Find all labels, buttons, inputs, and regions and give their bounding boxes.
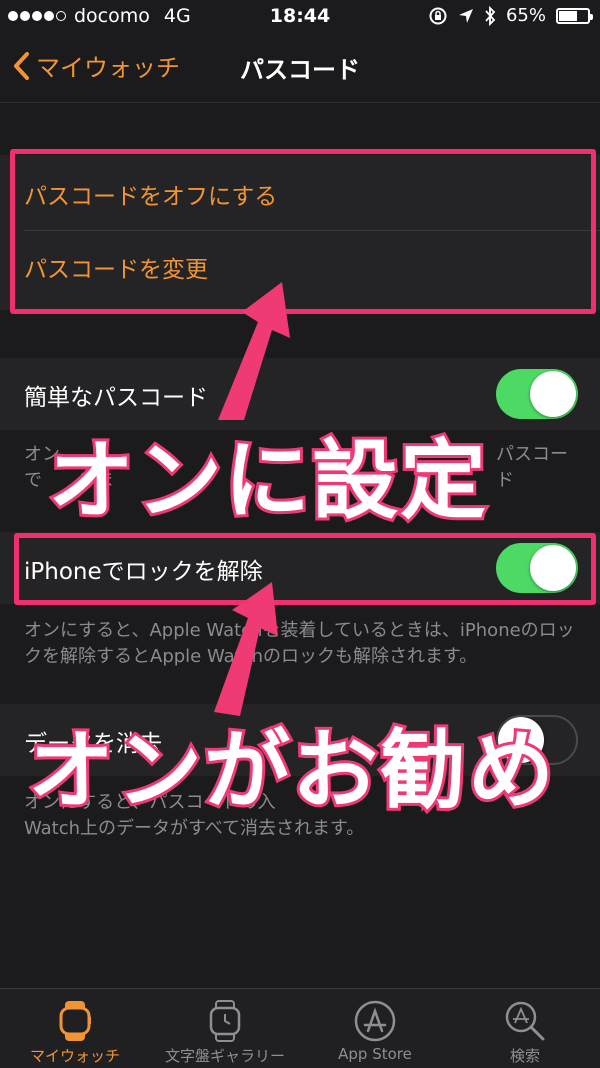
- search-icon: [505, 1001, 545, 1041]
- tab-label: App Store: [338, 1045, 412, 1063]
- callout-text-recommended-on: オンがお勧め: [25, 718, 557, 824]
- tab-label: 検索: [509, 1047, 540, 1065]
- callout-text-set-on: オンに設定: [45, 428, 489, 534]
- arrow-up-icon: [218, 282, 290, 420]
- tab-app-store[interactable]: App Store: [300, 989, 450, 1068]
- arrow-up-icon: [214, 582, 278, 716]
- tab-bar: マイウォッチ 文字盤ギャラリー App Store 検索: [0, 988, 600, 1068]
- tab-search[interactable]: 検索: [450, 989, 600, 1068]
- watch-icon: [59, 1001, 91, 1041]
- watch-face-icon: [209, 1000, 241, 1042]
- tab-label: マイウォッチ: [29, 1047, 120, 1065]
- tab-label: 文字盤ギャラリー: [164, 1047, 285, 1065]
- tab-my-watch[interactable]: マイウォッチ: [0, 989, 150, 1068]
- tab-face-gallery[interactable]: 文字盤ギャラリー: [150, 989, 300, 1068]
- app-store-icon: [354, 1000, 396, 1042]
